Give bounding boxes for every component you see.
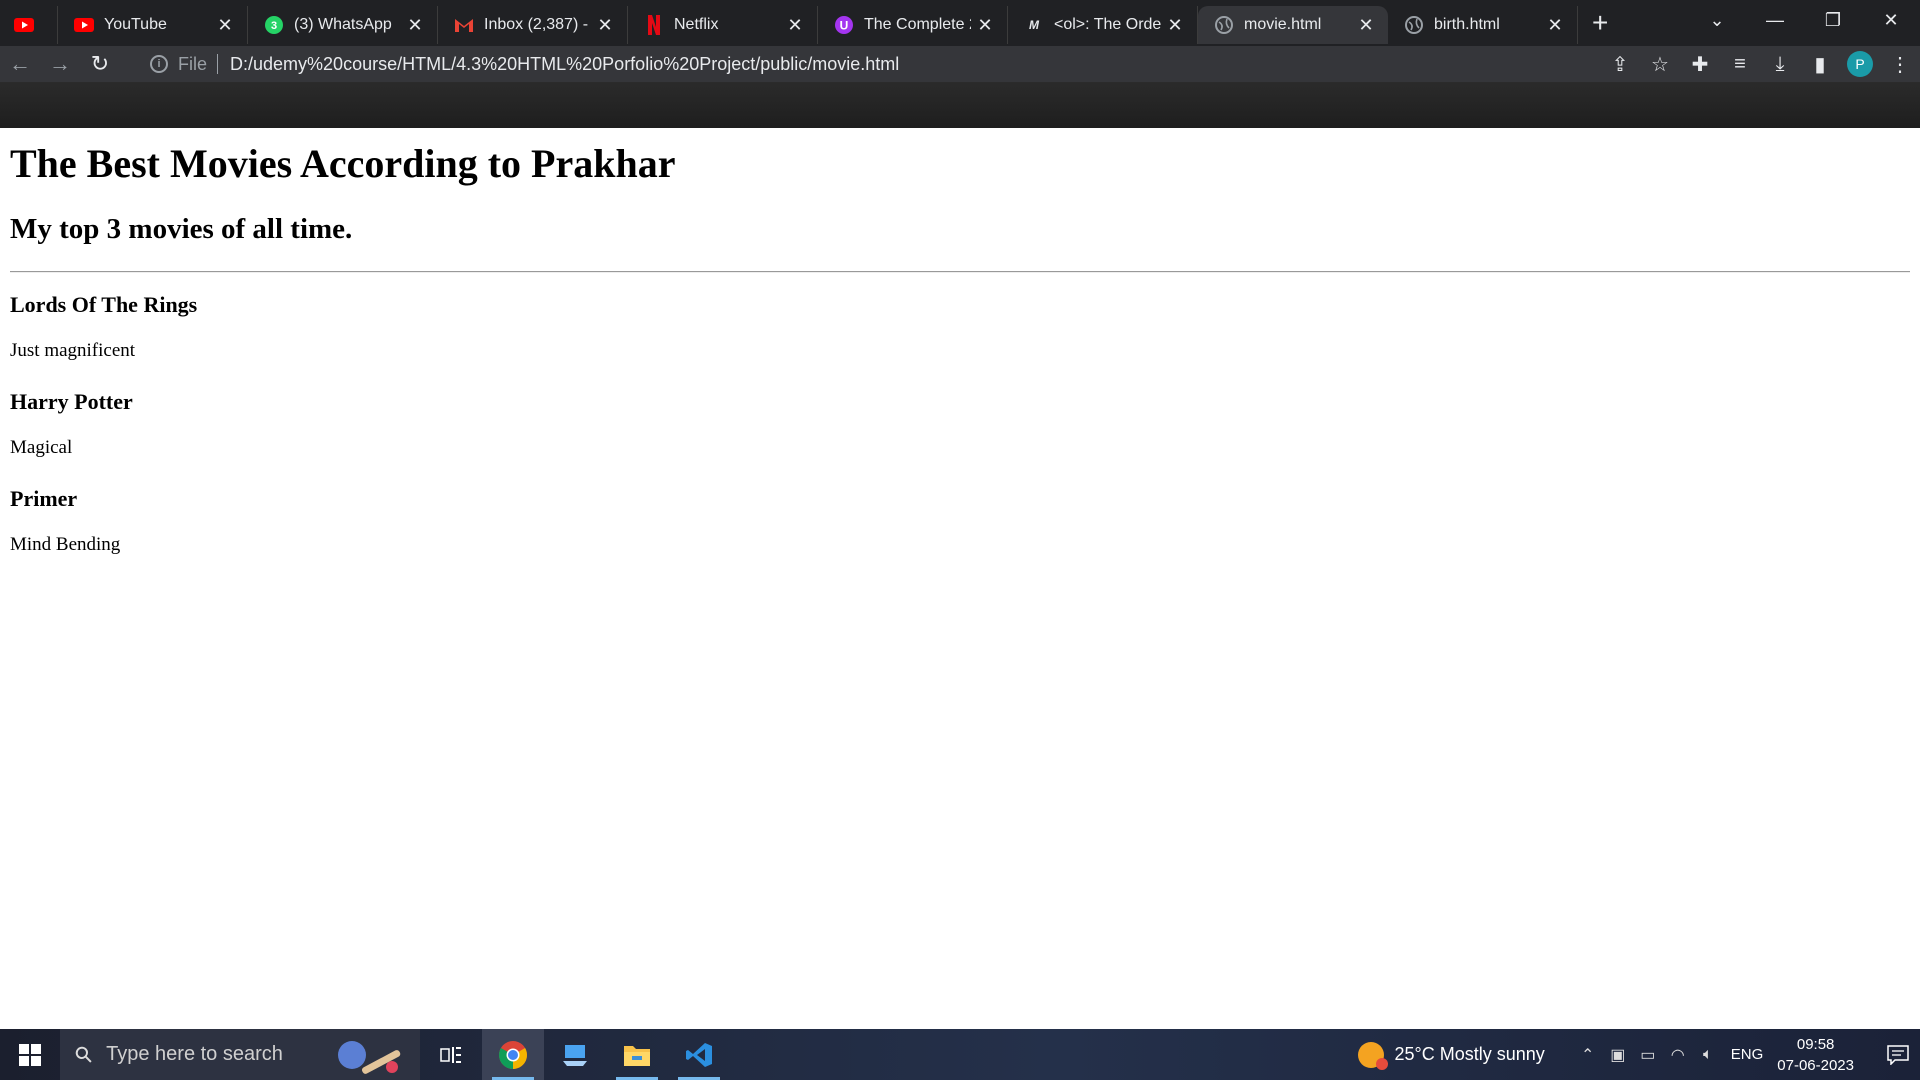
tab-gmail[interactable]: Inbox (2,387) - p ✕: [438, 6, 628, 44]
movie-description: Magical: [10, 437, 73, 458]
weather-widget[interactable]: 25°C Mostly sunny: [1358, 1041, 1545, 1070]
windows-logo-icon: [19, 1043, 41, 1066]
mdn-icon: M: [1029, 18, 1039, 32]
chrome-taskbar-icon[interactable]: [482, 1029, 544, 1080]
toolbar-actions: ⇪ ☆ ✚ ≡ ⤓ ▮ P ⋮: [1600, 46, 1920, 82]
youtube-icon: [74, 15, 94, 35]
media-queue-icon[interactable]: ≡: [1720, 46, 1760, 82]
tab-youtube[interactable]: YouTube ✕: [58, 6, 248, 44]
notification-icon[interactable]: [1876, 1044, 1920, 1065]
tab-birth-html[interactable]: birth.html ✕: [1388, 6, 1578, 44]
tab-title: (3) WhatsApp: [294, 16, 392, 33]
movie-description: Mind Bending: [10, 534, 121, 555]
download-icon[interactable]: ⤓: [1760, 46, 1800, 82]
globe-icon: [1214, 15, 1234, 35]
tab-title: Netflix: [674, 16, 719, 33]
page-title: The Best Movies According to Prakhar: [10, 141, 676, 186]
close-icon[interactable]: ✕: [407, 15, 423, 36]
task-view-icon[interactable]: [420, 1029, 482, 1080]
computer-app-icon[interactable]: [544, 1029, 606, 1080]
battery-icon[interactable]: ▭: [1633, 1045, 1663, 1065]
tab-title: Inbox (2,387) - p: [484, 16, 591, 33]
tab-netflix[interactable]: Netflix ✕: [628, 6, 818, 44]
avatar: P: [1847, 51, 1873, 77]
tab-youtube-pinned[interactable]: [0, 6, 58, 44]
tab-movie-html[interactable]: movie.html ✕: [1198, 6, 1388, 44]
close-icon[interactable]: ✕: [1167, 15, 1183, 36]
tab-search-icon[interactable]: ⌄: [1688, 0, 1746, 40]
extensions-icon[interactable]: ✚: [1680, 46, 1720, 82]
udemy-icon: U: [834, 15, 854, 35]
weather-text: 25°C Mostly sunny: [1394, 1044, 1545, 1064]
windows-taskbar: ⚲ Type here to search 25°C Mostly sunny …: [0, 1029, 1920, 1080]
forward-button[interactable]: →: [40, 46, 80, 82]
movie-description: Just magnificent: [10, 340, 136, 361]
tab-title: <ol>: The Order: [1054, 16, 1161, 33]
system-tray: 25°C Mostly sunny ⌃ ▣ ▭ ◠ 🔈︎ ENG 09:58 0…: [1358, 1029, 1920, 1080]
browser-tab-strip: YouTube ✕ 3 (3) WhatsApp ✕ Inbox (2,387)…: [0, 0, 1920, 46]
gmail-icon: [454, 15, 474, 35]
clock-date: 07-06-2023: [1777, 1056, 1854, 1074]
bookmark-star-icon[interactable]: ☆: [1640, 46, 1680, 82]
taskbar-search[interactable]: ⚲ Type here to search: [60, 1029, 420, 1080]
wifi-icon[interactable]: ◠: [1663, 1045, 1693, 1065]
chevron-up-icon[interactable]: ⌃: [1573, 1045, 1603, 1065]
divider: [217, 54, 219, 74]
globe-icon: [1404, 15, 1424, 35]
weather-sun-icon: [1358, 1041, 1389, 1070]
close-icon[interactable]: ✕: [1547, 15, 1563, 36]
site-info-icon[interactable]: i: [150, 55, 168, 73]
url-scheme: File: [178, 53, 208, 74]
restore-button[interactable]: ❐: [1804, 0, 1862, 40]
back-button[interactable]: ←: [0, 46, 40, 82]
reload-button[interactable]: ↻: [80, 46, 120, 82]
movie-title: Primer: [10, 486, 78, 511]
page-subtitle: My top 3 movies of all time.: [10, 213, 353, 245]
tab-title: The Complete 20: [864, 16, 971, 33]
vscode-icon[interactable]: [668, 1029, 730, 1080]
divider: [10, 271, 1910, 273]
more-menu-icon[interactable]: ⋮: [1880, 46, 1920, 82]
close-window-button[interactable]: ✕: [1862, 0, 1920, 40]
search-icon: ⚲: [69, 1039, 99, 1069]
whatsapp-icon: 3: [264, 15, 284, 35]
tab-mdn[interactable]: M <ol>: The Order ✕: [1008, 6, 1198, 44]
close-icon[interactable]: ✕: [787, 15, 803, 36]
close-icon[interactable]: ✕: [597, 15, 613, 36]
tab-udemy[interactable]: U The Complete 20 ✕: [818, 6, 1008, 44]
movie-title: Harry Potter: [10, 389, 133, 414]
url-text[interactable]: D:/udemy%20course/HTML/4.3%20HTML%20Porf…: [230, 54, 899, 75]
language-indicator[interactable]: ENG: [1731, 1046, 1764, 1063]
close-icon[interactable]: ✕: [977, 15, 993, 36]
volume-icon[interactable]: 🔈︎: [1693, 1046, 1723, 1064]
search-placeholder: Type here to search: [106, 1043, 283, 1065]
bookmark-bar: [0, 82, 1920, 128]
clock[interactable]: 09:58 07-06-2023: [1777, 1034, 1854, 1076]
side-panel-icon[interactable]: ▮: [1800, 46, 1840, 82]
tab-title: movie.html: [1244, 16, 1322, 33]
movie-title: Lords Of The Rings: [10, 292, 198, 317]
clock-time: 09:58: [1796, 1035, 1835, 1053]
tab-title: YouTube: [104, 16, 167, 33]
minimize-button[interactable]: —: [1746, 0, 1804, 40]
window-controls: ⌄ — ❐ ✕: [1688, 0, 1920, 40]
meet-now-icon[interactable]: ▣: [1603, 1045, 1633, 1065]
profile-button[interactable]: P: [1840, 46, 1880, 82]
close-icon[interactable]: ✕: [217, 15, 233, 36]
page-content: The Best Movies According to Prakhar My …: [0, 128, 1920, 1029]
search-highlight-icon: [338, 1041, 401, 1074]
file-explorer-icon[interactable]: [606, 1029, 668, 1080]
svg-text:U: U: [840, 19, 849, 33]
share-icon[interactable]: ⇪: [1600, 46, 1640, 82]
tab-list: YouTube ✕ 3 (3) WhatsApp ✕ Inbox (2,387)…: [0, 0, 1608, 46]
new-tab-button[interactable]: +: [1592, 4, 1608, 42]
netflix-icon: [644, 15, 664, 35]
svg-text:3: 3: [271, 20, 277, 32]
start-button[interactable]: [0, 1029, 60, 1080]
tab-whatsapp[interactable]: 3 (3) WhatsApp ✕: [248, 6, 438, 44]
address-bar[interactable]: i File D:/udemy%20course/HTML/4.3%20HTML…: [138, 48, 1758, 80]
tab-title: birth.html: [1434, 16, 1500, 33]
close-icon[interactable]: ✕: [1358, 15, 1374, 36]
youtube-icon: [13, 15, 34, 35]
